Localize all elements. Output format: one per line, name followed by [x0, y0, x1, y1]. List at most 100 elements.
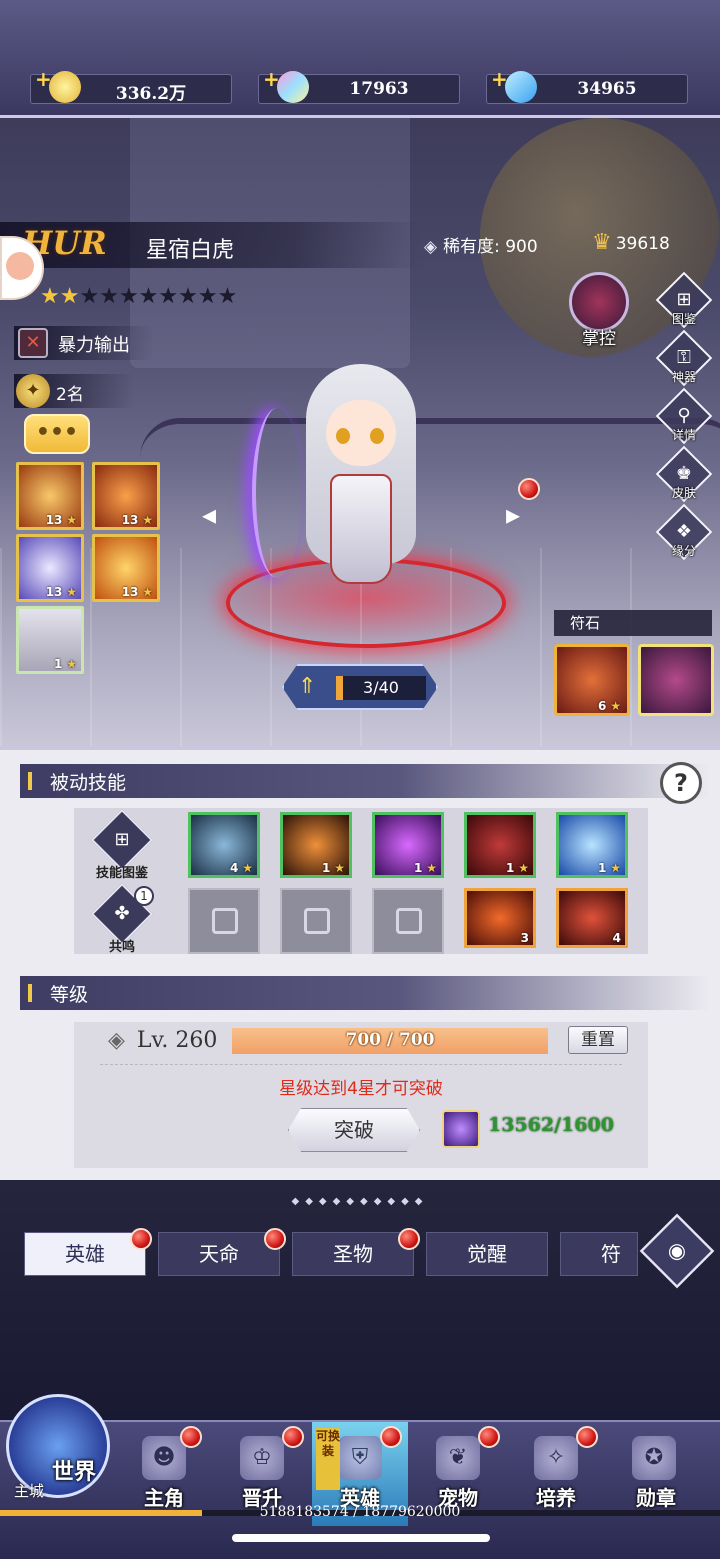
- hero-character[interactable]: [286, 344, 436, 604]
- notification-dot: [130, 1228, 152, 1250]
- passive-skill-2[interactable]: 1 ★: [280, 812, 352, 878]
- control-skill[interactable]: 掌控: [566, 272, 632, 349]
- details-label: 详情: [671, 428, 696, 442]
- active-skill-4[interactable]: 13 ★: [92, 534, 160, 602]
- exp-track: 3/40: [336, 676, 426, 700]
- level-section-header: 等级: [20, 976, 710, 1010]
- eye-gem-icon: ◉: [667, 1239, 687, 1263]
- world-button[interactable]: 世界 主城: [6, 1394, 110, 1510]
- hero-exp-bar[interactable]: ⇑ 3/40: [282, 664, 438, 710]
- chat-bubble-icon[interactable]: •••: [24, 414, 90, 454]
- lock-icon: [304, 908, 330, 934]
- home-indicator[interactable]: [232, 1534, 490, 1542]
- star-empty-icon: ★: [138, 284, 159, 309]
- hero-rank[interactable]: ✦ 2名: [14, 374, 134, 408]
- skill-level: 13 ★: [121, 585, 153, 599]
- skill-level: 1 ★: [414, 861, 437, 875]
- tab-rune[interactable]: 符文: [560, 1232, 638, 1276]
- notification-dot: [518, 478, 540, 500]
- skill-codex-button[interactable]: ⊞ 技能图鉴: [90, 808, 154, 881]
- tab-destiny[interactable]: 天命: [158, 1232, 280, 1276]
- gold-counter[interactable]: + 336.2万: [30, 67, 232, 104]
- crystal-orb-icon: [442, 1110, 480, 1148]
- currency-bar: + 336.2万 + 17963 + 34965: [0, 0, 720, 118]
- gold-coin-icon: [49, 71, 81, 103]
- tab-divider-dots: ◆◆◆◆◆◆◆◆◆◆: [291, 1196, 429, 1207]
- skill-level: 1 ★: [54, 657, 77, 671]
- resonance-badge: 1: [134, 886, 154, 906]
- star-empty-icon: ★: [178, 284, 198, 309]
- rank-medal-icon: ✦: [16, 374, 50, 408]
- hero-eye: [336, 428, 350, 444]
- passive-skill-7[interactable]: 4: [556, 888, 628, 948]
- breakthrough-warning: 星级达到4星才可突破: [279, 1079, 443, 1099]
- skill-codex-icon: ⊞: [114, 829, 130, 850]
- notification-dot: [398, 1228, 420, 1250]
- detail-panel: 被动技能 ? ⊞ 技能图鉴 ✤ 共鸣 1 4 ★ 1 ★ 1 ★ 1 ★ 1 ★: [0, 746, 720, 1180]
- skill-level: 4: [612, 931, 621, 945]
- passive-skill-5[interactable]: 1 ★: [556, 812, 628, 878]
- breakthrough-button[interactable]: 突破: [288, 1108, 420, 1152]
- hero-star-rating: ★★★★★★★★★★: [40, 284, 237, 309]
- tab-hero[interactable]: 英雄: [24, 1232, 146, 1276]
- active-skill-bow[interactable]: 1 ★: [16, 606, 84, 674]
- hero-scene: HUR 星宿白虎 ◈ 稀有度: 900 ♛ 39618 ★★★★★★★★★★ ✕ 暴…: [0, 118, 720, 746]
- skill-level: 13 ★: [45, 513, 77, 527]
- level-label: ◈ Lv. 260: [108, 1028, 218, 1053]
- passive-title: 被动技能: [50, 772, 127, 794]
- medal-icon: ✪: [632, 1436, 676, 1480]
- skin-label: 皮肤: [671, 486, 696, 500]
- star-empty-icon: ★: [217, 284, 238, 309]
- star-empty-icon: ★: [197, 284, 218, 309]
- passive-section-header: 被动技能: [20, 764, 710, 798]
- passive-skill-3[interactable]: 1 ★: [372, 812, 444, 878]
- tab-more-button[interactable]: ◉: [639, 1213, 715, 1289]
- section-accent: [28, 984, 32, 1002]
- passive-skill-4[interactable]: 1 ★: [464, 812, 536, 878]
- level-diamond-icon: ◈: [108, 1028, 125, 1053]
- diamond-counter[interactable]: + 34965: [486, 67, 688, 104]
- gem-counter[interactable]: + 17963: [258, 67, 460, 104]
- skill-level: 4 ★: [230, 861, 253, 875]
- diamond-value: 34965: [577, 79, 637, 99]
- hero-tabs-area: ◆◆◆◆◆◆◆◆◆◆ 英雄 天命 圣物 觉醒 符文 ◉: [0, 1180, 720, 1420]
- resonance-label: 共鸣: [108, 940, 135, 955]
- crossed-swords-icon: ✕: [18, 328, 48, 358]
- rainbow-gem-icon: [277, 71, 309, 103]
- help-icon[interactable]: ?: [660, 762, 702, 804]
- resonance-button[interactable]: ✤ 共鸣 1: [90, 882, 154, 955]
- notification-dot: [180, 1426, 202, 1448]
- gold-value: 336.2万: [115, 84, 187, 104]
- active-skill-2[interactable]: 13 ★: [92, 462, 160, 530]
- rarity-value: 900: [505, 237, 538, 257]
- prev-hero-arrow-icon[interactable]: ◂: [192, 498, 226, 532]
- locked-skill-slot[interactable]: [372, 888, 444, 954]
- hero-body: [330, 474, 392, 584]
- star-empty-icon: ★: [79, 284, 100, 309]
- crown-icon: ♛: [592, 230, 612, 255]
- rune-title: 符石: [570, 614, 601, 632]
- control-label: 掌控: [582, 329, 616, 349]
- blue-diamond-icon: [505, 71, 537, 103]
- locked-skill-slot[interactable]: [280, 888, 352, 954]
- bond-button[interactable]: ❖ 缘分: [655, 503, 713, 574]
- next-hero-arrow-icon[interactable]: ▸: [496, 498, 530, 532]
- rune-slot-1[interactable]: 6 ★: [554, 644, 630, 716]
- account-id: 5188183574 / 18779620000: [259, 1504, 461, 1520]
- role-label: 暴力输出: [58, 335, 130, 356]
- active-skill-1[interactable]: 13 ★: [16, 462, 84, 530]
- lock-icon: [212, 908, 238, 934]
- tab-awaken[interactable]: 觉醒: [426, 1232, 548, 1276]
- breakthrough-cost: 13562/1600: [488, 1114, 614, 1136]
- active-skill-3[interactable]: 13 ★: [16, 534, 84, 602]
- locked-skill-slot[interactable]: [188, 888, 260, 954]
- star-empty-icon: ★: [99, 284, 119, 309]
- passive-skill-1[interactable]: 4 ★: [188, 812, 260, 878]
- skill-level: 13 ★: [45, 585, 77, 599]
- rune-slot-2[interactable]: [638, 644, 714, 716]
- reset-button[interactable]: 重置: [568, 1026, 628, 1054]
- notification-dot: [264, 1228, 286, 1250]
- tab-relic[interactable]: 圣物: [292, 1232, 414, 1276]
- star-filled-icon: ★: [59, 284, 80, 309]
- passive-skill-6[interactable]: 3: [464, 888, 536, 948]
